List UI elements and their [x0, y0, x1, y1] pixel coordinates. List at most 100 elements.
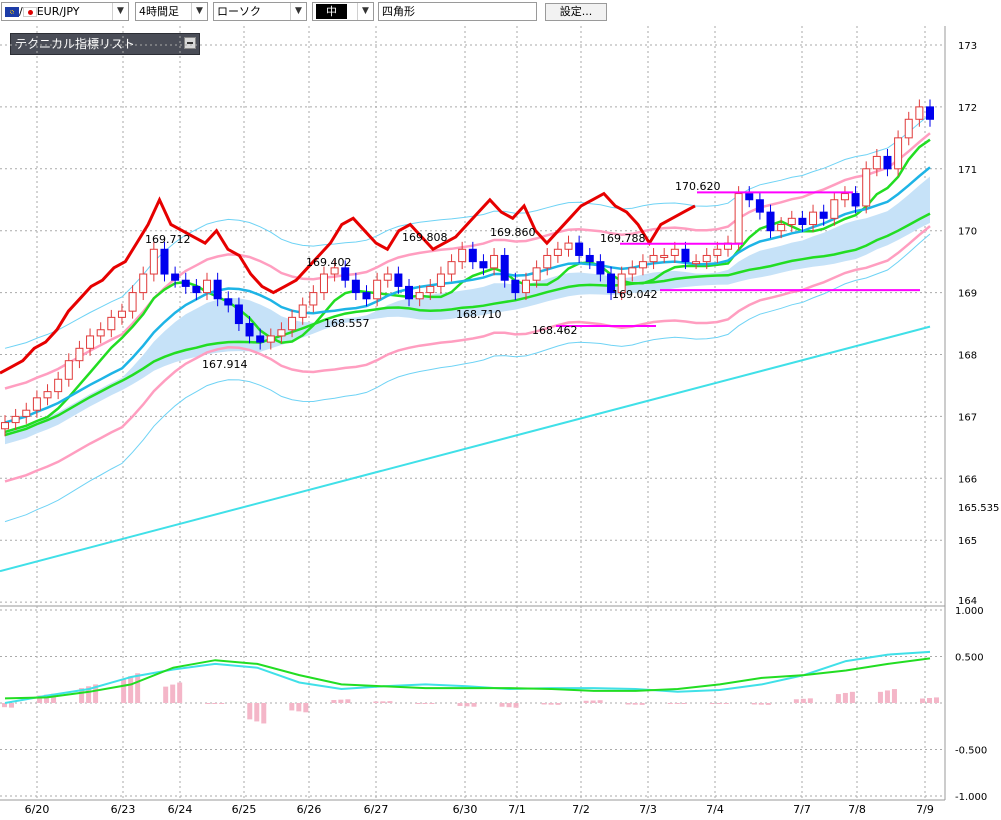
ma-mid — [4, 166, 931, 424]
candle-body — [245, 323, 254, 337]
symbol-label: EUR/JPY — [36, 5, 80, 18]
osc-histogram-bar — [927, 697, 932, 703]
candle-body — [638, 261, 647, 269]
candle-body — [872, 155, 881, 170]
candle-body — [479, 261, 488, 269]
osc-histogram-bar — [163, 686, 169, 703]
indicator-list-panel[interactable]: テクニカル指標リスト — [10, 33, 200, 55]
draw-shape-field[interactable]: 四角形 — [378, 2, 537, 21]
minimize-icon[interactable] — [184, 37, 196, 49]
osc-histogram-bar — [751, 703, 757, 705]
date-label: 7/1 — [508, 803, 526, 816]
candle-body — [181, 279, 190, 287]
osc-histogram-bar — [934, 697, 939, 703]
symbol-select[interactable]: / EUR/JPY ▼ — [1, 2, 129, 21]
osc-histogram-bar — [247, 703, 253, 720]
chart-style-select[interactable]: ローソク ▼ — [213, 2, 307, 21]
ma-long — [4, 212, 931, 437]
candle-body — [192, 285, 201, 294]
candle-body — [670, 248, 679, 256]
price-label: 173 — [958, 41, 977, 52]
price-label: 171 — [958, 165, 977, 176]
candle-body — [447, 261, 456, 275]
timeframe-label: 4時間足 — [139, 5, 179, 18]
candle-body — [1, 422, 9, 430]
osc-histogram-bar — [800, 698, 806, 703]
osc-histogram-bar — [590, 700, 596, 703]
candle-body — [490, 254, 499, 269]
osc-histogram-bar — [597, 700, 603, 703]
osc-label: -0.500 — [955, 746, 987, 757]
timeframe-select[interactable]: 4時間足 ▼ — [135, 2, 208, 21]
candle-body — [787, 217, 796, 226]
chevron-down-icon[interactable]: ▼ — [357, 3, 373, 20]
chevron-down-icon[interactable]: ▼ — [191, 3, 207, 20]
candle-body — [521, 279, 530, 294]
osc-histogram-bar — [499, 703, 505, 707]
osc-histogram-bar — [345, 699, 351, 703]
candle-body — [553, 248, 562, 256]
osc-histogram-bar — [506, 703, 512, 708]
indicator-lines — [0, 114, 931, 573]
price-annotation: 169.860 — [490, 226, 536, 239]
price-chart[interactable]: 173 172 171 170 169 168 167 166 165.535 165 1641.0… — [0, 0, 1001, 820]
axis-labels: 173 172 171 170 169 168 167 166 165.535 165 1641.0… — [25, 41, 1000, 816]
osc-histogram-bar — [723, 703, 729, 704]
candle-body — [213, 279, 222, 300]
oscillator-panel — [2, 650, 939, 724]
price-annotation: 169.712 — [145, 233, 191, 246]
price-annotation: 169.042 — [612, 288, 658, 301]
osc-histogram-bar — [842, 692, 848, 703]
osc-histogram-bar — [170, 684, 176, 703]
toolbar: / EUR/JPY ▼ 4時間足 ▼ ローソク ▼ 中 ▼ 四角形 設定... — [0, 0, 1001, 26]
candle-body — [894, 137, 903, 170]
candle-body — [309, 292, 318, 306]
candle-body — [341, 267, 350, 281]
osc-histogram-bar — [415, 703, 421, 704]
candle-body — [915, 106, 924, 120]
price-annotation: 168.462 — [532, 324, 578, 337]
date-label: 7/8 — [848, 803, 866, 816]
osc-histogram-bar — [2, 703, 7, 708]
osc-label: 0.500 — [955, 653, 984, 664]
osc-histogram-bar — [884, 690, 890, 703]
price-annotation: 169.808 — [402, 231, 448, 244]
candle-body — [171, 273, 180, 281]
candle-body — [511, 279, 520, 294]
line-thickness-select[interactable]: 中 ▼ — [312, 2, 374, 21]
osc-histogram-bar — [93, 684, 99, 703]
ichimoku-cloud — [5, 176, 930, 445]
candle-body — [798, 217, 807, 226]
candle-body — [713, 248, 722, 256]
chart-style-label: ローソク — [217, 5, 261, 18]
candle-body — [405, 285, 414, 300]
chevron-down-icon[interactable]: ▼ — [290, 3, 306, 20]
price-annotation: 169.402 — [306, 256, 352, 269]
candle-body — [330, 267, 339, 275]
osc-histogram-bar — [877, 691, 883, 703]
osc-histogram-bar — [79, 688, 85, 703]
date-label: 6/30 — [453, 803, 478, 816]
candle-body — [96, 329, 105, 337]
candle-body — [107, 316, 116, 331]
osc-histogram-bar — [891, 689, 897, 703]
candle-body — [373, 279, 382, 300]
candle-body — [22, 409, 31, 417]
candle-body — [234, 304, 243, 325]
osc-histogram-bar — [681, 703, 687, 704]
ma-short — [4, 138, 931, 434]
trend-line — [0, 325, 931, 573]
candle-body — [298, 304, 307, 318]
osc-histogram-bar — [765, 703, 771, 705]
osc-label: -1.000 — [955, 792, 987, 803]
osc-histogram-bar — [254, 703, 260, 722]
candle-body — [500, 254, 509, 281]
candle-body — [607, 273, 616, 294]
date-label: 6/25 — [232, 803, 257, 816]
settings-button[interactable]: 設定... — [545, 3, 607, 21]
candle-body — [734, 193, 743, 244]
osc-histogram-bar — [135, 673, 141, 703]
osc-line-fast — [4, 650, 931, 704]
chevron-down-icon[interactable]: ▼ — [112, 3, 128, 20]
osc-histogram-bar — [709, 703, 715, 704]
